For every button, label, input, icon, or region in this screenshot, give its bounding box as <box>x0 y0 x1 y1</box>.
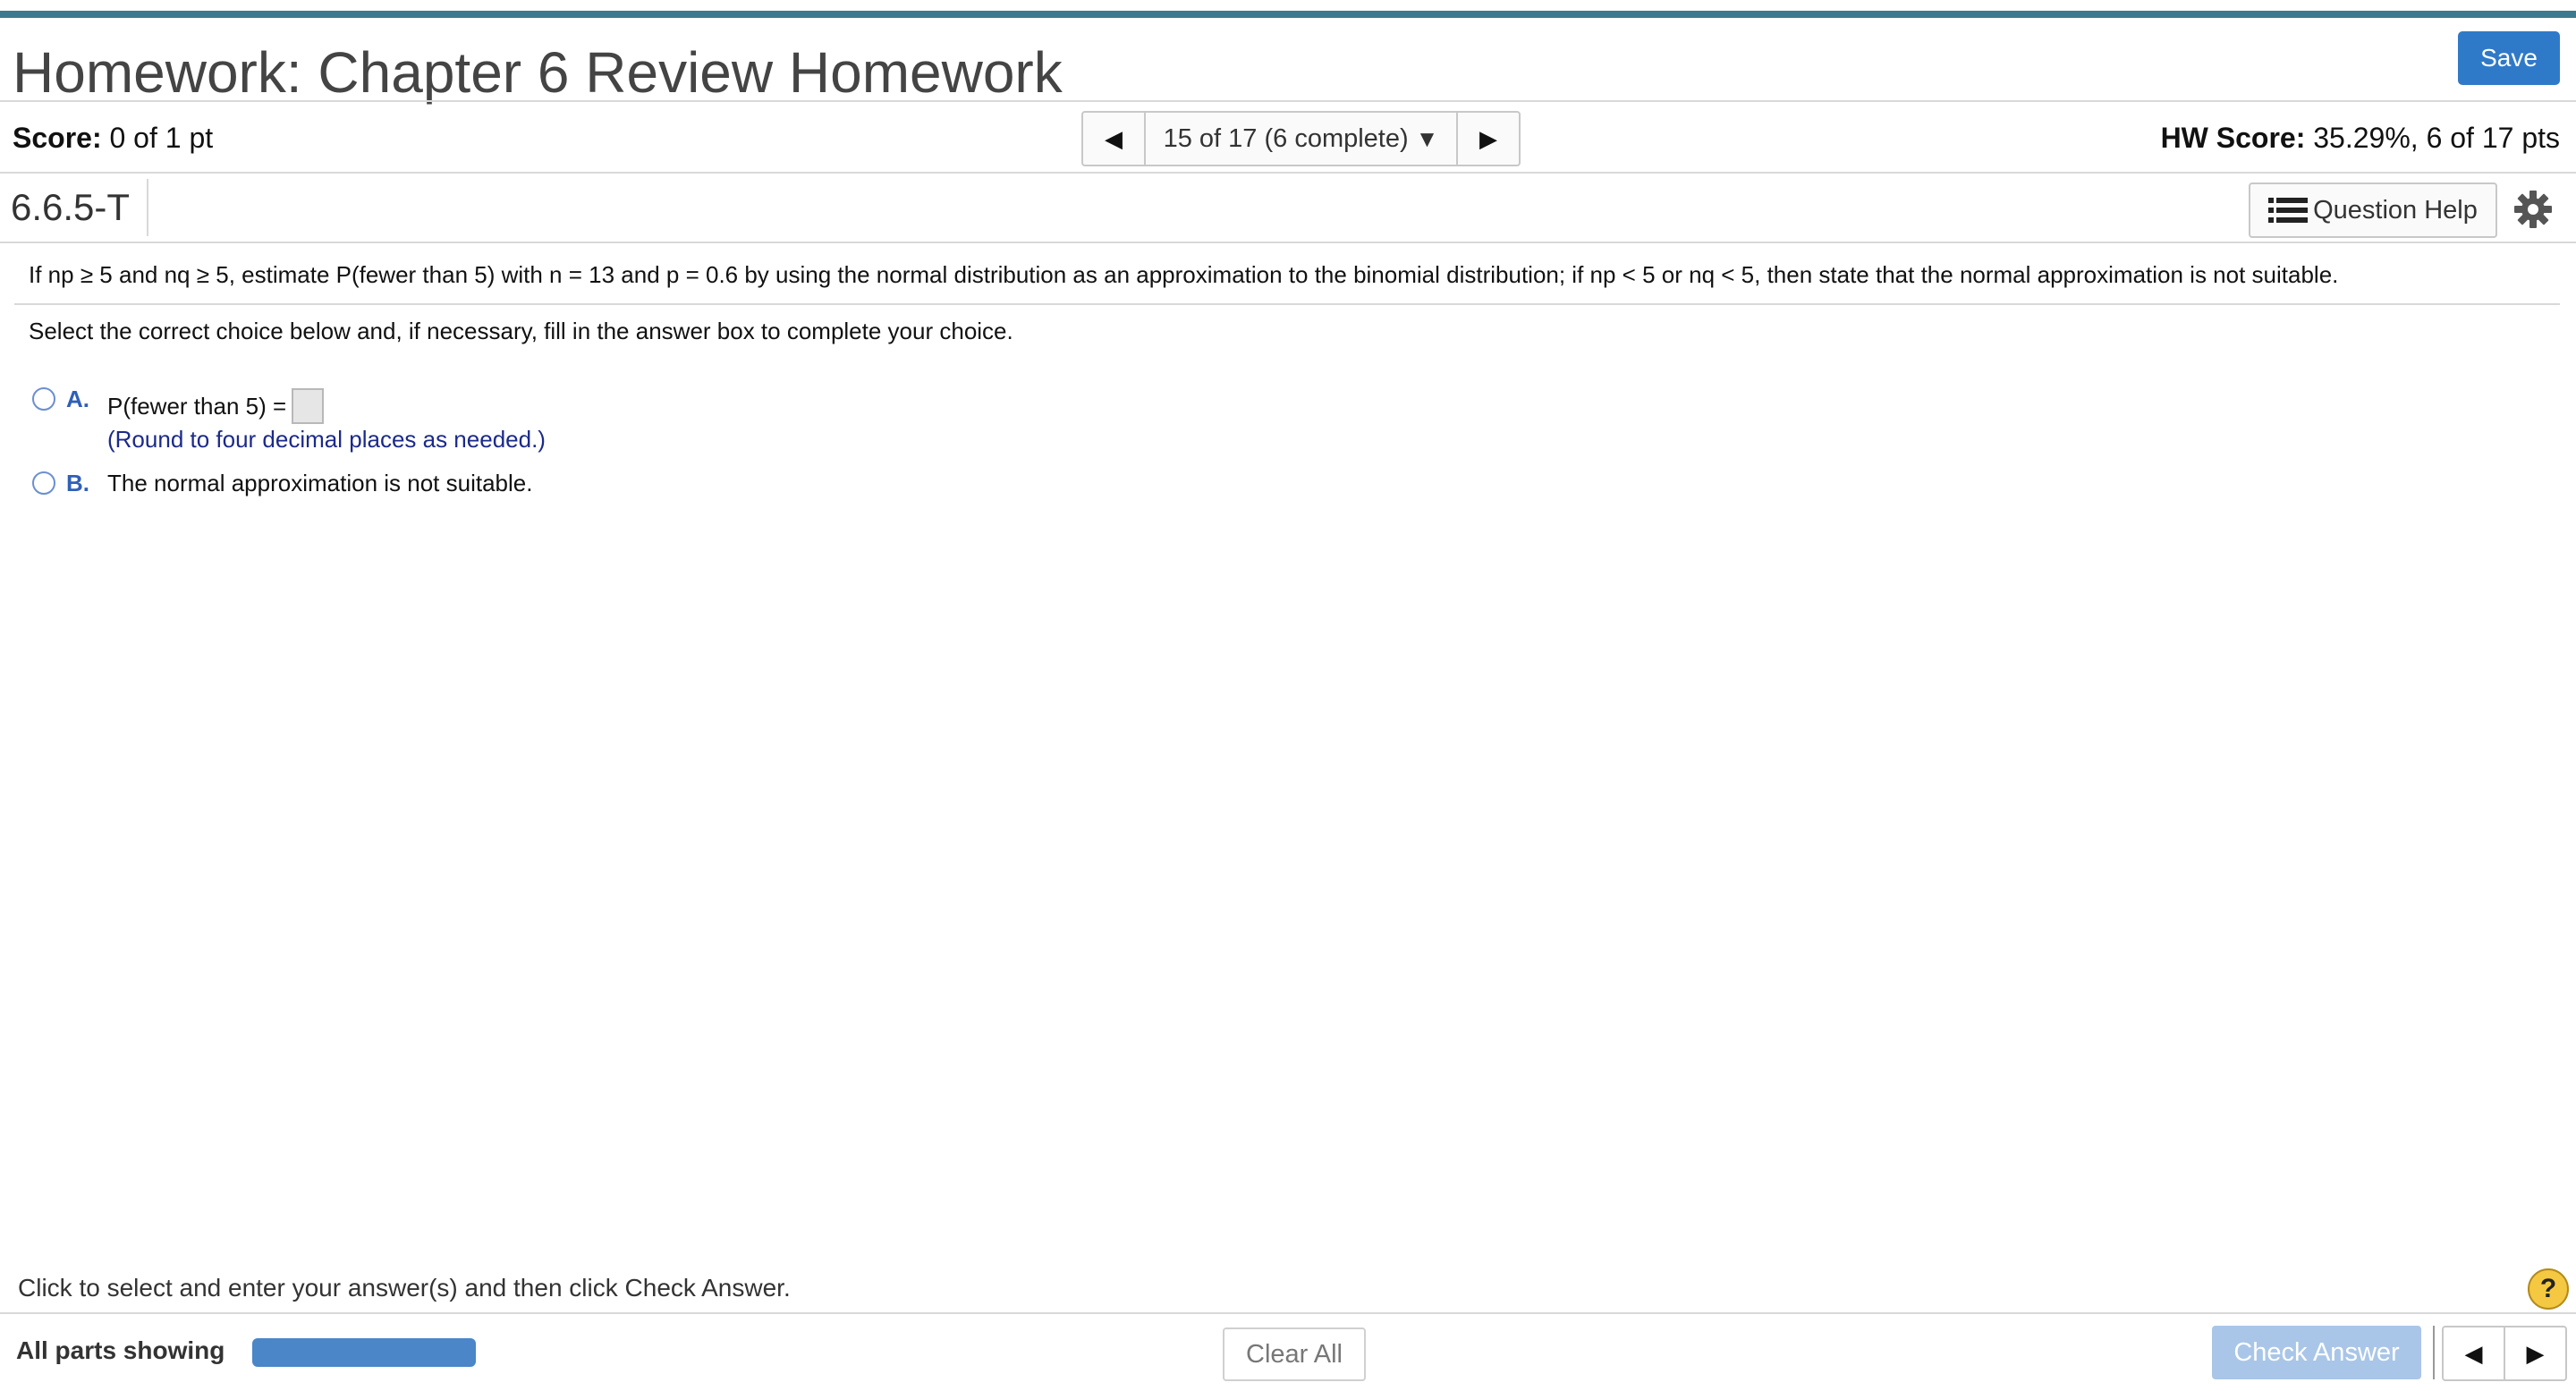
divider <box>147 179 148 236</box>
divider <box>0 242 2576 243</box>
footer-previous-button[interactable]: ◀ <box>2444 1327 2505 1379</box>
arrow-right-icon: ▶ <box>1479 124 1497 152</box>
question-instruction: Select the correct choice below and, if … <box>29 318 1013 344</box>
divider <box>2433 1326 2435 1379</box>
score: Score: 0 of 1 pt <box>13 122 213 155</box>
header: Homework: Chapter 6 Review Homework Save <box>0 18 2576 105</box>
question-position: 15 of 17 (6 complete) <box>1163 123 1409 153</box>
score-label: Score: <box>13 122 102 154</box>
divider <box>0 100 2576 102</box>
score-value: 0 of 1 pt <box>109 122 214 154</box>
question-navigator: ◀ 15 of 17 (6 complete) ▼ ▶ <box>1081 111 1521 166</box>
hw-score-label: HW Score: <box>2160 122 2306 154</box>
previous-question-button[interactable]: ◀ <box>1083 113 1146 165</box>
footer-message: Click to select and enter your answer(s)… <box>18 1274 791 1302</box>
hw-score-value: 35.29%, 6 of 17 pts <box>2313 122 2560 154</box>
answer-input[interactable] <box>292 388 325 424</box>
list-icon <box>2268 198 2309 223</box>
score-bar: Score: 0 of 1 pt ◀ 15 of 17 (6 complete)… <box>0 104 2576 172</box>
option-b-radio[interactable] <box>32 471 55 495</box>
clear-all-button[interactable]: Clear All <box>1223 1327 1366 1381</box>
divider <box>14 303 2560 305</box>
question-id: 6.6.5-T <box>11 186 131 228</box>
caret-down-icon: ▼ <box>1415 124 1439 152</box>
check-answer-button[interactable]: Check Answer <box>2212 1326 2421 1379</box>
arrow-left-icon: ◀ <box>2464 1339 2483 1367</box>
arrow-right-icon: ▶ <box>2526 1339 2545 1367</box>
next-question-button[interactable]: ▶ <box>1456 113 1519 165</box>
option-b-letter: B. <box>66 470 89 496</box>
parts-status: All parts showing <box>16 1336 225 1364</box>
footer-navigator: ◀ ▶ <box>2442 1326 2567 1381</box>
hw-score: HW Score: 35.29%, 6 of 17 pts <box>2161 122 2560 155</box>
top-accent-bar <box>0 11 2576 18</box>
save-button[interactable]: Save <box>2458 31 2560 85</box>
question-selector-dropdown[interactable]: 15 of 17 (6 complete) ▼ <box>1146 113 1456 165</box>
option-a-text: P(fewer than 5) = <box>107 388 325 426</box>
divider <box>0 1312 2576 1314</box>
help-icon[interactable]: ? <box>2528 1268 2569 1310</box>
question-bar: 6.6.5-T Question Help <box>0 174 2576 242</box>
option-b-text: The normal approximation is not suitable… <box>107 470 533 496</box>
arrow-left-icon: ◀ <box>1105 124 1123 152</box>
gear-icon[interactable] <box>2513 190 2553 229</box>
rounding-note: (Round to four decimal places as needed.… <box>107 426 546 453</box>
page-title: Homework: Chapter 6 Review Homework <box>13 40 1063 105</box>
progress-bar <box>252 1338 476 1367</box>
question-text: If np ≥ 5 and nq ≥ 5, estimate P(fewer t… <box>29 261 2339 288</box>
option-a-letter: A. <box>66 386 89 412</box>
option-a-label: P(fewer than 5) = <box>107 392 287 420</box>
option-a-radio[interactable] <box>32 387 55 411</box>
footer-next-button[interactable]: ▶ <box>2505 1327 2565 1379</box>
question-help-button[interactable]: Question Help <box>2249 182 2497 238</box>
question-help-label: Question Help <box>2313 195 2478 225</box>
